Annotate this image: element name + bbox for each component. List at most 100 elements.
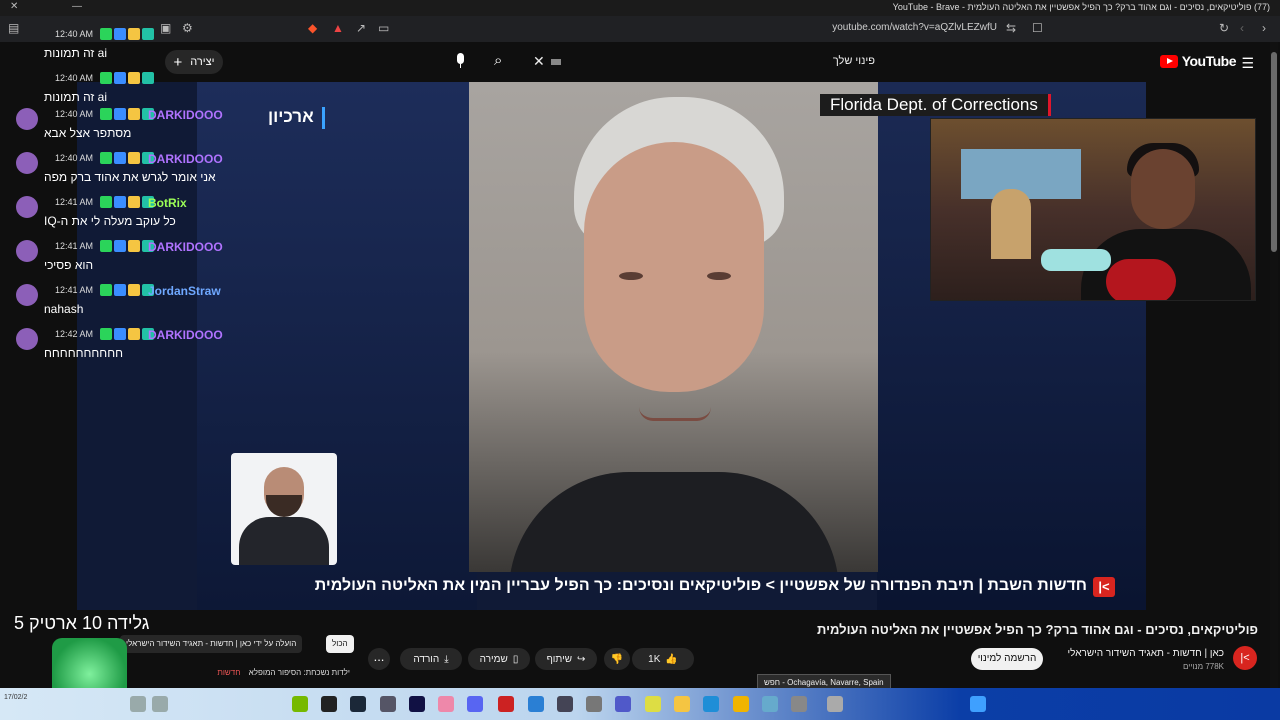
red-app-icon[interactable] xyxy=(498,696,514,712)
badge-icon xyxy=(114,72,126,84)
channel-avatar[interactable]: |< xyxy=(1233,646,1257,670)
extension-icon[interactable]: ↗ xyxy=(356,21,366,35)
chat-avatar[interactable] xyxy=(16,240,38,262)
chat-badges xyxy=(100,196,154,208)
badge-icon xyxy=(100,72,112,84)
chrome-icon[interactable] xyxy=(645,696,661,712)
save-label: שמירה xyxy=(479,653,508,665)
clear-search-icon[interactable]: ✕ xyxy=(533,53,545,70)
app-icon[interactable] xyxy=(380,696,396,712)
save-button[interactable]: שמירה ▯ xyxy=(468,648,530,670)
subscribe-button[interactable]: הרשמה למינוי xyxy=(971,648,1043,670)
obs-icon[interactable] xyxy=(321,696,337,712)
badge-icon xyxy=(114,240,126,252)
menu-icon[interactable]: ☰ xyxy=(1241,55,1254,72)
chip-uploader[interactable]: הועלה על ידי כאן | חדשות - תאגיד השידור … xyxy=(120,635,303,653)
teams-icon[interactable] xyxy=(615,696,631,712)
recommended-title: ילדות נשכחת: הסיפור המופלא xyxy=(248,668,350,677)
chat-avatar[interactable] xyxy=(16,152,38,174)
steam-icon[interactable] xyxy=(350,696,366,712)
chat-badges xyxy=(100,240,154,252)
streamer-webcam xyxy=(930,118,1256,301)
chat-text: חחחחחחחחחח xyxy=(44,346,123,360)
like-icon[interactable]: 👍 xyxy=(665,654,677,665)
search-taskbar-icon[interactable] xyxy=(130,696,146,712)
like-count[interactable]: 1K xyxy=(648,654,660,665)
badge-icon xyxy=(142,72,154,84)
microphone-icon xyxy=(1041,249,1111,271)
voice-search-icon[interactable] xyxy=(452,51,470,71)
discord-icon[interactable] xyxy=(467,696,483,712)
share-page-icon[interactable]: ⇆ xyxy=(1006,21,1016,35)
bookmark-icon[interactable]: ☐ xyxy=(1032,21,1043,35)
chat-username[interactable]: DARKIDOOO xyxy=(148,240,223,254)
address-bar[interactable]: youtube.com/watch?v=aQZlvLEZwfU xyxy=(832,22,997,33)
files-icon[interactable] xyxy=(733,696,749,712)
search-query: פינוי שלך xyxy=(832,55,875,67)
forward-icon[interactable]: ‹ xyxy=(1240,21,1244,35)
badge-icon xyxy=(114,284,126,296)
window-icon[interactable]: ▭ xyxy=(378,21,389,35)
share-button[interactable]: שיתוף ↪ xyxy=(535,648,597,670)
chat-badges xyxy=(100,108,154,120)
chat-avatar[interactable] xyxy=(16,284,38,306)
recommended-video[interactable]: ילדות נשכחת: הסיפור המופלא חדשות xyxy=(130,668,350,677)
chat-avatar[interactable] xyxy=(16,108,38,130)
brave-shield-icon[interactable]: ◆ xyxy=(308,21,317,35)
game-icon[interactable] xyxy=(438,696,454,712)
download-icon: ⤓ xyxy=(444,653,449,665)
search-icon[interactable]: ⌕ xyxy=(494,52,502,69)
generic-icon[interactable] xyxy=(791,696,807,712)
chatgpt-icon[interactable] xyxy=(586,696,602,712)
source-caption: Florida Dept. of Corrections xyxy=(820,94,1051,116)
weather-icon[interactable] xyxy=(827,696,843,712)
close-icon[interactable]: ✕ xyxy=(10,1,18,12)
kan-logo: |< xyxy=(1093,577,1115,597)
folder-icon[interactable] xyxy=(674,696,690,712)
tool-icon[interactable] xyxy=(557,696,573,712)
badge-icon xyxy=(114,196,126,208)
chat-text: ai זה תמונות xyxy=(44,46,107,60)
download-button[interactable]: הורדה ⤓ xyxy=(400,648,462,670)
chat-username[interactable]: DARKIDOOO xyxy=(148,108,223,122)
up-arrow-icon[interactable] xyxy=(152,696,168,712)
terminal-icon[interactable] xyxy=(409,696,425,712)
rewards-icon[interactable]: ▲ xyxy=(332,21,344,35)
chat-username[interactable]: DARKIDOOO xyxy=(148,328,223,342)
search-input[interactable]: פינוי שלך ✕ xyxy=(525,50,885,74)
page-scrollbar[interactable] xyxy=(1270,42,1278,688)
nvidia-icon[interactable] xyxy=(292,696,308,712)
chip-all[interactable]: הכול xyxy=(326,635,354,653)
reload-icon[interactable]: ↻ xyxy=(1219,21,1229,35)
dislike-button[interactable]: 👎 xyxy=(604,648,630,670)
chat-username[interactable]: DARKIDOOO xyxy=(148,152,223,166)
youtube-logo[interactable]: YouTube xyxy=(1159,53,1237,69)
chat-username[interactable]: BotRix xyxy=(148,196,187,210)
windows-start-icon[interactable] xyxy=(970,696,986,712)
chat-text: nahash xyxy=(44,302,84,316)
channel-name[interactable]: כאן | חדשות - תאגיד השידור הישראלי xyxy=(1068,648,1224,659)
minimize-icon[interactable]: — xyxy=(72,1,82,12)
badge-icon xyxy=(114,108,126,120)
ticker-text: חדשות השבת | תיבת הפנדורה של אפשטיין > פ… xyxy=(314,577,1087,594)
like-dislike-group: 1K 👍 xyxy=(632,648,694,670)
archive-tag: ארכיון xyxy=(260,107,325,129)
chat-username[interactable]: JordanStraw xyxy=(148,284,221,298)
vscode-icon[interactable] xyxy=(528,696,544,712)
chat-avatar[interactable] xyxy=(16,196,38,218)
chat-badges xyxy=(100,72,154,84)
badge-icon xyxy=(114,152,126,164)
copilot-icon[interactable] xyxy=(762,696,778,712)
chat-time: 12:40 AM xyxy=(55,153,94,163)
video-title: פוליטיקאים, נסיכים - וגם אהוד ברק? כך הפ… xyxy=(817,622,1258,637)
more-actions-button[interactable]: ... xyxy=(368,648,390,670)
download-label: הורדה xyxy=(413,653,440,665)
screen: ✕ — (77) פוליטיקאים, נסיכים - וגם אהוד ב… xyxy=(0,0,1280,720)
chat-text: ai זה תמונות xyxy=(44,90,107,104)
back-icon[interactable]: › xyxy=(1262,21,1266,35)
badge-icon xyxy=(128,72,140,84)
edge-icon[interactable] xyxy=(703,696,719,712)
chat-avatar[interactable] xyxy=(16,328,38,350)
badge-icon xyxy=(100,328,112,340)
badge-icon xyxy=(128,108,140,120)
